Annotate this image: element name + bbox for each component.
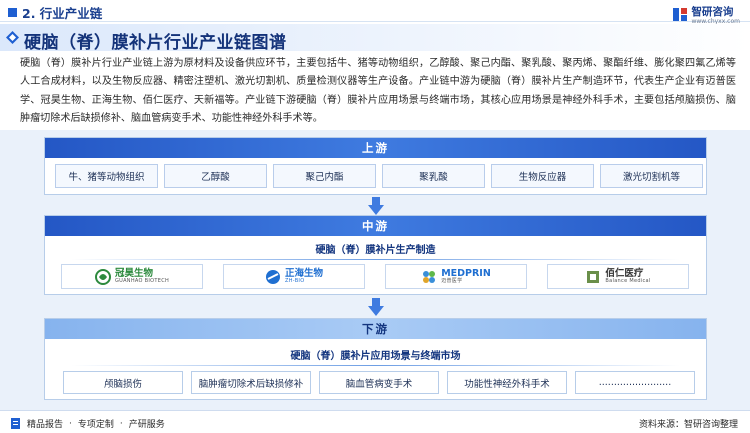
company-guanhao: 冠昊生物 GUANHAO BIOTECH (61, 264, 203, 289)
brand: 智研咨询 www.chyxx.com (673, 4, 740, 25)
upstream-item: 乙醇酸 (164, 164, 267, 188)
footer-item: 精品报告 (27, 420, 64, 430)
down-arrow-icon (368, 197, 384, 215)
upstream-header: 上游 (45, 138, 706, 158)
midstream-subtitle: 硬脑（脊）膜补片生产制造 (45, 241, 706, 260)
footer-item: 专项定制 (77, 420, 114, 430)
downstream-item: 功能性神经外科手术 (447, 371, 567, 394)
company-name: MEDPRIN (441, 267, 491, 279)
section-label: 2. 行业产业链 (22, 6, 103, 21)
upstream-item: 聚乳酸 (382, 164, 485, 188)
footer-source: 资料来源：智研咨询整理 (638, 420, 738, 430)
footer-item: 产研服务 (128, 420, 165, 430)
page-title: 硬脑（脊）膜补片行业产业链图谱 (24, 33, 287, 53)
downstream-item: 颅脑损伤 (63, 371, 183, 394)
downstream-tier: 下游 硬脑（脊）膜补片应用场景与终端市场 颅脑损伤 脑肿瘤切除术后缺损修补 脑血… (44, 318, 707, 400)
company-name-en: 迈普医学 (441, 278, 463, 285)
midstream-tier: 中游 硬脑（脊）膜补片生产制造 冠昊生物 GUANHAO BIOTECH 正海生… (44, 215, 707, 295)
balance-logo-icon (587, 270, 600, 283)
footer-services: 精品报告 · 专项定制 · 产研服务 (10, 417, 165, 430)
square-bullet-icon (8, 8, 17, 17)
downstream-item: 脑肿瘤切除术后缺损修补 (191, 371, 311, 394)
brand-logo-icon (673, 8, 688, 21)
footer: 精品报告 · 专项定制 · 产研服务 资料来源：智研咨询整理 (0, 410, 750, 433)
company-name-en: GUANHAO BIOTECH (114, 278, 170, 285)
section-title: 2. 行业产业链 (8, 3, 102, 22)
medprin-logo-icon (423, 270, 436, 283)
company-balance: 佰仁医疗 Balance Medical (547, 264, 689, 289)
company-name: 佰仁医疗 (605, 267, 644, 279)
down-arrow-icon (368, 298, 384, 316)
zhbio-logo-icon (265, 269, 280, 284)
company-zhbio: 正海生物 ZH-BIO (223, 264, 365, 289)
upstream-items: 牛、猪等动物组织 乙醇酸 聚己内酯 聚乳酸 生物反应器 激光切割机等 (55, 164, 703, 188)
company-medprin: MEDPRIN 迈普医学 (385, 264, 527, 289)
upstream-item: 聚己内酯 (273, 164, 376, 188)
document-icon (11, 418, 20, 429)
midstream-header: 中游 (45, 216, 706, 236)
upstream-item: 生物反应器 (491, 164, 594, 188)
upstream-tier: 上游 牛、猪等动物组织 乙醇酸 聚己内酯 聚乳酸 生物反应器 激光切割机等 (44, 137, 707, 195)
guanhao-logo-icon (94, 268, 111, 285)
downstream-item: ........................ (575, 371, 695, 394)
title-band: 硬脑（脊）膜补片行业产业链图谱 (0, 24, 750, 53)
diamond-icon (6, 31, 19, 44)
downstream-items: 颅脑损伤 脑肿瘤切除术后缺损修补 脑血管病变手术 功能性神经外科手术 .....… (63, 371, 695, 394)
upstream-item: 激光切割机等 (600, 164, 703, 188)
downstream-header: 下游 (45, 319, 706, 339)
downstream-subtitle: 硬脑（脊）膜补片应用场景与终端市场 (45, 347, 706, 366)
upstream-item: 牛、猪等动物组织 (55, 164, 158, 188)
company-name: 正海生物 (284, 267, 323, 279)
downstream-item: 脑血管病变手术 (319, 371, 439, 394)
company-name-en: ZH-BIO (284, 278, 305, 285)
company-name: 冠昊生物 (114, 267, 153, 279)
intro-paragraph: 硬脑（脊）膜补片行业产业链上游为原材料及设备供应环节，主要包括牛、猪等动物组织，… (20, 58, 736, 125)
company-name-en: Balance Medical (605, 278, 651, 285)
top-bar: 2. 行业产业链 智研咨询 www.chyxx.com (0, 0, 750, 25)
brand-name: 智研咨询 (691, 6, 734, 18)
company-logos: 冠昊生物 GUANHAO BIOTECH 正海生物 ZH-BIO MEDPRIN… (61, 264, 689, 289)
